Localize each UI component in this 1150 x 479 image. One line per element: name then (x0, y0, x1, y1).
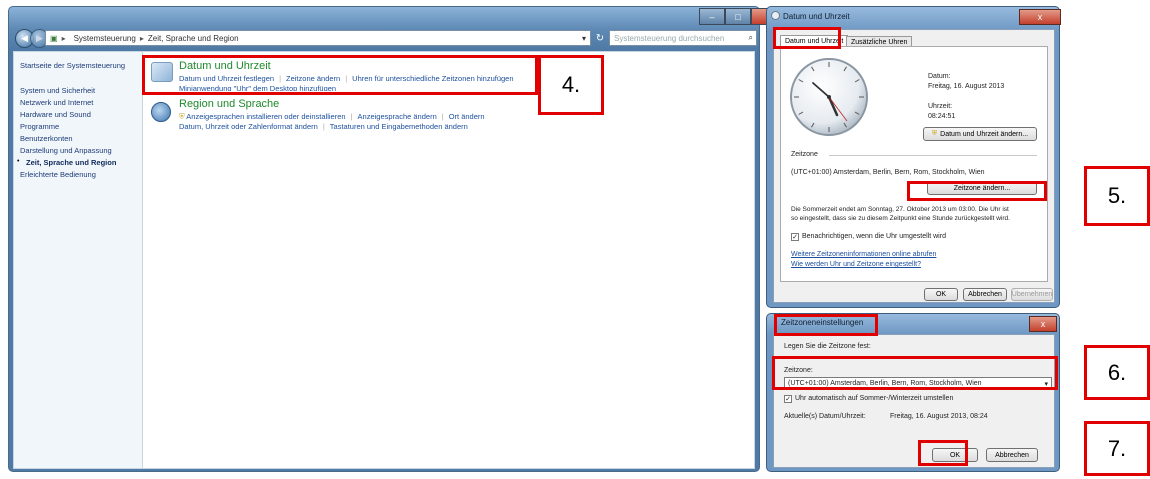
search-input[interactable]: Systemsteuerung durchsuchen ⌕ (609, 30, 757, 46)
link-tastaturen-aendern[interactable]: Tastaturen und Eingabemethoden ändern (330, 122, 468, 131)
timezone-instruction: Legen Sie die Zeitzone fest: (784, 343, 871, 350)
timezone-value: (UTC+01:00) Amsterdam, Berlin, Bern, Rom… (791, 169, 985, 176)
step-6-label: 6. (1084, 345, 1150, 400)
dst-info-line-2: so eingestellt, dass sie zu diesem Zeitp… (791, 215, 1010, 222)
date-value: Freitag, 16. August 2013 (928, 83, 1005, 90)
sidebar-item-darstellung[interactable]: Darstellung und Anpassung (20, 146, 112, 155)
sidebar-item-zeit-sprache-region[interactable]: Zeit, Sprache und Region (26, 158, 116, 167)
highlight-tab-datum-uhrzeit (773, 27, 841, 49)
link-how-clock-set[interactable]: Wie werden Uhr und Zeitzone eingestellt? (791, 261, 921, 268)
time-value: 08:24:51 (928, 113, 956, 120)
link-datum-zahlenformat-aendern[interactable]: Datum, Uhrzeit oder Zahlenformat ändern (179, 122, 318, 131)
highlight-timezone-ok (918, 440, 968, 466)
navigation-bar: ◀ ▶ ▣ ▸ Systemsteuerung ▸ Zeit, Sprache … (13, 27, 757, 49)
timezone-dialog-body: Legen Sie die Zeitzone fest: Zeitzone: (… (773, 334, 1055, 468)
sidebar-item-hardware[interactable]: Hardware und Sound (20, 110, 91, 119)
timezone-dialog-close-button[interactable]: x (1029, 316, 1057, 332)
globe-icon (151, 102, 171, 122)
time-label: Uhrzeit: (928, 103, 953, 110)
clock-small-icon (771, 11, 780, 20)
current-datetime-label: Aktuelle(s) Datum/Uhrzeit: (784, 413, 866, 420)
highlight-change-timezone (907, 181, 1047, 201)
minimize-button[interactable]: – (699, 8, 725, 25)
search-icon[interactable]: ⌕ (749, 33, 753, 43)
step-5-label: 5. (1084, 166, 1150, 226)
datetime-tab-panel: Datum: Freitag, 16. August 2013 Uhrzeit:… (780, 46, 1048, 282)
sidebar-item-system-sicherheit[interactable]: System und Sicherheit (20, 86, 95, 95)
notify-checkbox[interactable]: ✓ (791, 233, 799, 241)
breadcrumb-systemsteuerung[interactable]: Systemsteuerung (74, 34, 136, 43)
main-content: Datum und Uhrzeit Datum und Uhrzeit fest… (143, 51, 755, 469)
highlight-timezone-dialog-title (774, 314, 878, 336)
highlight-timezone-select (772, 356, 1058, 390)
dropdown-arrow-icon[interactable]: ▾ (582, 34, 586, 43)
active-bullet-icon: • (17, 158, 20, 165)
link-ort-aendern[interactable]: Ort ändern (449, 112, 485, 121)
link-more-timezone-info[interactable]: Weitere Zeitzoneninformationen online ab… (791, 251, 936, 258)
timezone-heading: Zeitzone (791, 151, 818, 158)
datetime-dialog-close-button[interactable]: x (1019, 9, 1061, 25)
sidebar-item-programme[interactable]: Programme (20, 122, 59, 131)
dst-auto-checkbox[interactable]: ✓ (784, 395, 792, 403)
sidebar: Startseite der Systemsteuerung System un… (13, 51, 143, 469)
datetime-ok-button[interactable]: OK (924, 288, 958, 301)
control-panel-icon: ▣ (50, 33, 58, 43)
link-anzeigesprache-aendern[interactable]: Anzeigesprache ändern (358, 112, 437, 121)
analog-clock-icon (790, 58, 868, 136)
refresh-icon[interactable]: ↻ (593, 30, 607, 46)
shield-icon: ⛨ (931, 130, 938, 137)
date-label: Datum: (928, 73, 951, 80)
step-4-label: 4. (538, 55, 604, 115)
step-7-label: 7. (1084, 421, 1150, 476)
breadcrumb-zeit-sprache-region[interactable]: Zeit, Sprache und Region (148, 34, 239, 43)
datetime-dialog-title: Datum und Uhrzeit (783, 12, 850, 21)
notify-label: Benachrichtigen, wenn die Uhr umgestellt… (802, 233, 946, 240)
datetime-dialog-body: Datum und Uhrzeit Zusätzliche Uhren Datu… (773, 29, 1055, 303)
divider (829, 155, 1037, 156)
timezone-cancel-button[interactable]: Abbrechen (986, 448, 1038, 462)
current-datetime-value: Freitag, 16. August 2013, 08:24 (890, 413, 988, 420)
shield-icon: ⛨ (179, 112, 185, 121)
datetime-dialog: Datum und Uhrzeit x Datum und Uhrzeit Zu… (766, 6, 1061, 308)
sidebar-item-startseite[interactable]: Startseite der Systemsteuerung (20, 61, 125, 70)
dst-info-line-1: Die Sommerzeit endet am Sonntag, 27. Okt… (791, 206, 1009, 213)
datetime-apply-button[interactable]: Übernehmen (1011, 288, 1053, 301)
datetime-cancel-button[interactable]: Abbrechen (963, 288, 1007, 301)
link-anzeigesprachen-installieren[interactable]: Anzeigesprachen installieren oder deinst… (186, 112, 345, 121)
category-region-sprache-title[interactable]: Region und Sprache (179, 98, 279, 110)
dst-auto-label: Uhr automatisch auf Sommer-/Winterzeit u… (795, 395, 954, 402)
sidebar-item-benutzerkonten[interactable]: Benutzerkonten (20, 134, 73, 143)
change-datetime-button[interactable]: ⛨ Datum und Uhrzeit ändern... (923, 127, 1037, 141)
category-region-sprache-links-2: Datum, Uhrzeit oder Zahlenformat ändern |… (179, 122, 468, 131)
sidebar-item-netzwerk[interactable]: Netzwerk und Internet (20, 98, 93, 107)
highlight-datum-uhrzeit (142, 55, 538, 95)
title-bar: – □ ✕ (9, 7, 793, 27)
timezone-settings-dialog: Zeitzoneneinstellungen x Legen Sie die Z… (766, 313, 1060, 472)
maximize-button[interactable]: □ (725, 8, 751, 25)
change-datetime-label: Datum und Uhrzeit ändern... (940, 130, 1029, 138)
search-placeholder: Systemsteuerung durchsuchen (614, 33, 725, 43)
address-bar[interactable]: ▣ ▸ Systemsteuerung ▸ Zeit, Sprache und … (45, 30, 591, 46)
category-region-sprache-links: ⛨ Anzeigesprachen installieren oder dein… (179, 112, 485, 121)
sidebar-item-erleichterte-bedienung[interactable]: Erleichterte Bedienung (20, 170, 96, 179)
